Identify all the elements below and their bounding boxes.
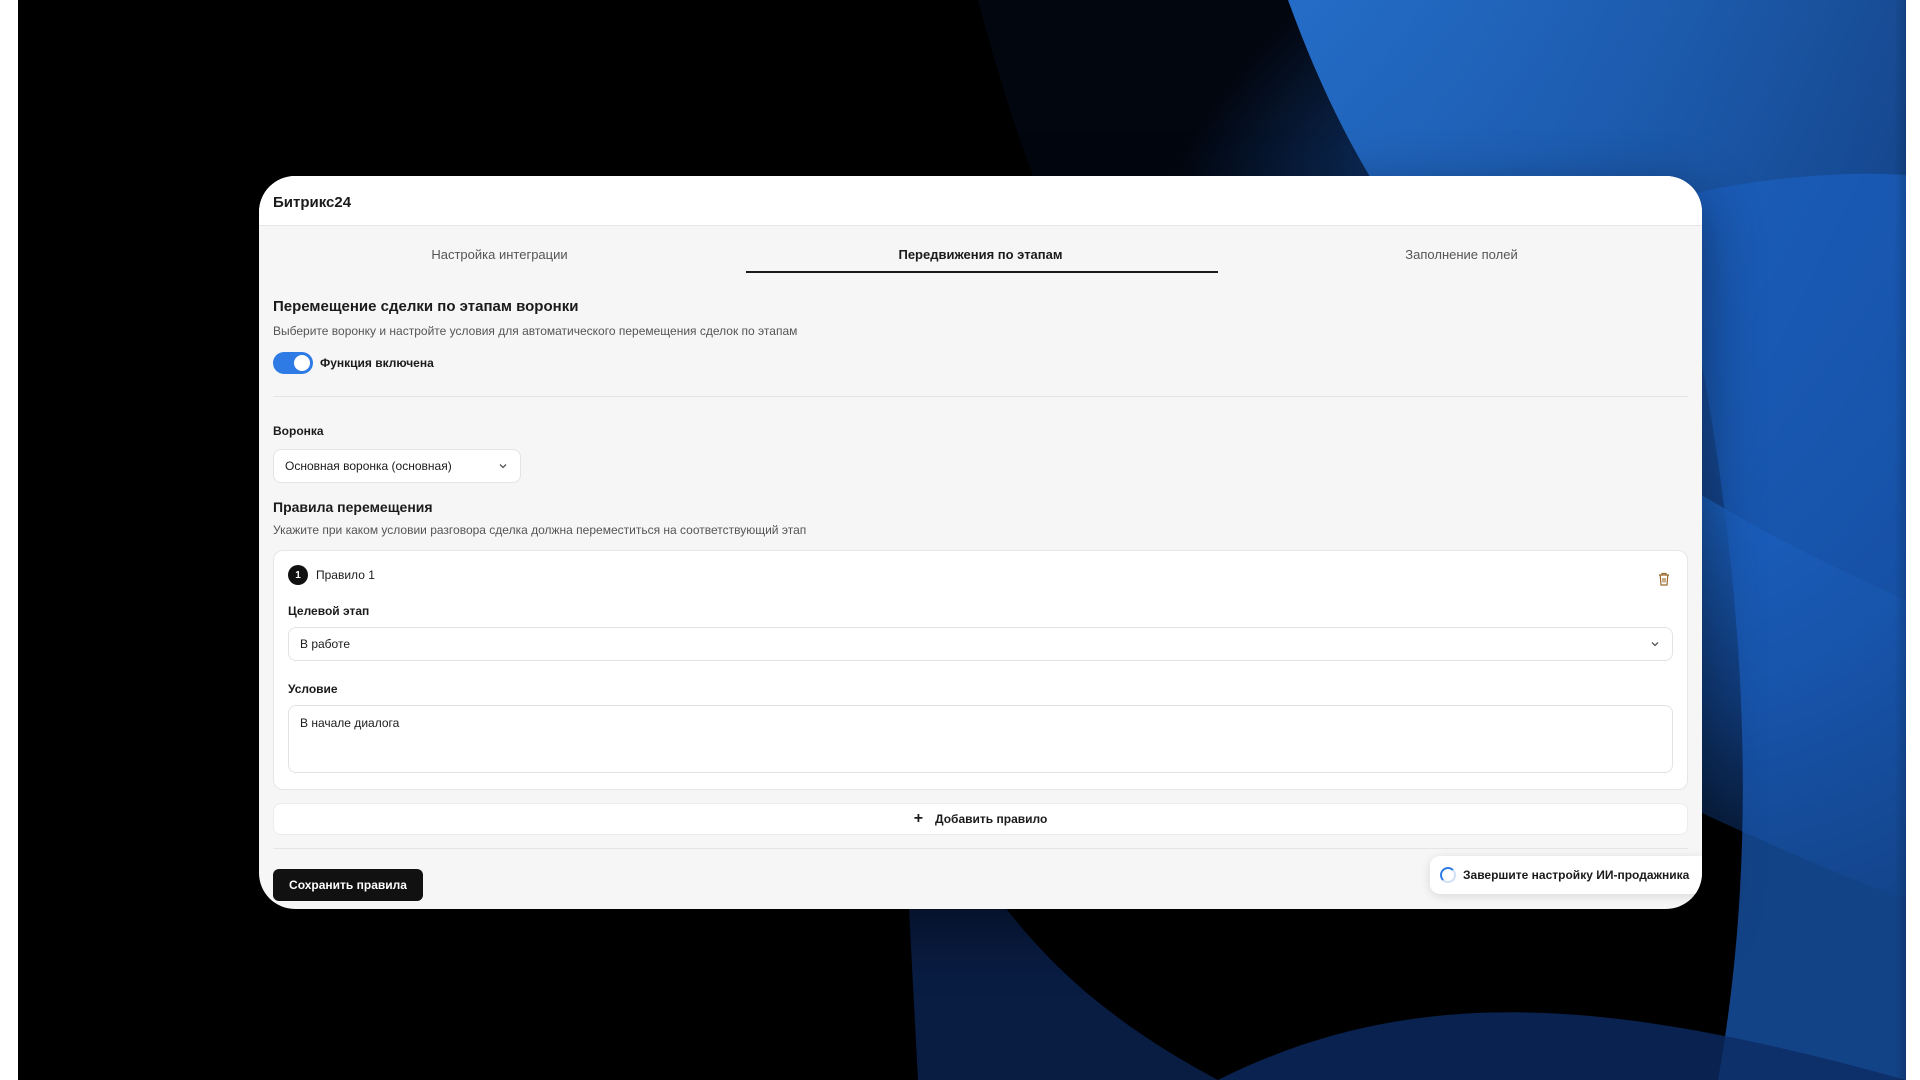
main-content: Перемещение сделки по этапам воронки Выб… [259, 298, 1702, 849]
divider [273, 848, 1688, 849]
spinner-icon [1440, 867, 1456, 883]
active-tab-indicator [746, 271, 1218, 273]
feature-toggle-label: Функция включена [320, 356, 434, 370]
tab-field-filling[interactable]: Заполнение полей [1221, 226, 1702, 274]
rule-card: 1 Правило 1 Целевой этап В работе Услови… [273, 550, 1688, 790]
divider [273, 396, 1688, 397]
save-rules-button[interactable]: Сохранить правила [273, 869, 423, 901]
integration-window: Битрикс24 Настройка интеграции Передвиже… [259, 176, 1702, 909]
feature-toggle[interactable] [273, 352, 313, 374]
funnel-label: Воронка [273, 424, 324, 438]
setup-reminder-toast[interactable]: Завершите настройку ИИ-продажника [1430, 856, 1702, 894]
add-rule-label: Добавить правило [935, 812, 1048, 826]
condition-label: Условие [288, 682, 338, 696]
target-stage-value: В работе [300, 637, 351, 651]
chevron-down-icon [499, 464, 507, 469]
section-title: Перемещение сделки по этапам воронки [273, 298, 579, 315]
funnel-select[interactable]: Основная воронка (основная) [273, 449, 521, 483]
feature-toggle-row: Функция включена [273, 352, 1688, 374]
screen-edge-shadow [1894, 0, 1906, 1080]
rule-header: 1 Правило 1 [288, 565, 1673, 585]
window-title: Битрикс24 [259, 176, 1702, 226]
tab-integration-settings[interactable]: Настройка интеграции [259, 226, 740, 274]
chevron-down-icon [1651, 642, 1659, 647]
tab-bar: Настройка интеграции Передвижения по эта… [259, 226, 1702, 274]
condition-textarea[interactable]: В начале диалога [288, 705, 1673, 773]
rules-title: Правила перемещения [273, 499, 433, 515]
rule-name: Правило 1 [316, 568, 375, 582]
desktop: Битрикс24 Настройка интеграции Передвиже… [18, 0, 1906, 1080]
target-stage-select[interactable]: В работе [288, 627, 1673, 661]
target-stage-label: Целевой этап [288, 604, 370, 618]
add-rule-button[interactable]: + Добавить правило [273, 803, 1688, 835]
section-description: Выберите воронку и настройте условия для… [273, 324, 798, 338]
toggle-knob [294, 355, 310, 371]
rules-description: Укажите при каком условии разговора сдел… [273, 523, 807, 537]
plus-icon: + [913, 810, 924, 827]
setup-reminder-label: Завершите настройку ИИ-продажника [1463, 868, 1690, 882]
tab-stage-movement[interactable]: Передвижения по этапам [740, 226, 1221, 274]
funnel-select-value: Основная воронка (основная) [285, 459, 452, 473]
rule-number-badge: 1 [288, 565, 308, 585]
trash-icon[interactable] [1657, 571, 1671, 587]
